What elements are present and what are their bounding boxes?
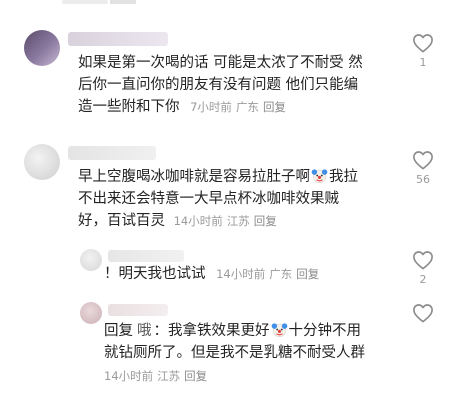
reply-button[interactable]: 回复	[296, 267, 319, 281]
reply-meta: 14小时前 广东 回复	[216, 267, 323, 281]
like-button[interactable]: 2	[411, 250, 435, 286]
location: 广东	[235, 100, 259, 114]
clown-face-emoji	[311, 169, 328, 183]
mentioned-user[interactable]: 哦	[137, 323, 152, 339]
username-blurred[interactable]	[68, 146, 156, 160]
timestamp: 14小时前	[216, 267, 266, 281]
clown-face-emoji	[271, 323, 287, 337]
comment-meta: 7小时前 广东 回复	[190, 100, 290, 114]
like-count: 2	[419, 273, 427, 286]
heart-outline-icon	[413, 34, 433, 53]
heart-outline-icon	[413, 151, 433, 170]
reply-text: ！明天我也试试 14小时前 广东 回复	[104, 263, 404, 285]
like-button[interactable]: 1	[411, 33, 435, 69]
comment-text: 如果是第一次喝的话 可能是太浓了不耐受 然 后你一直问你的朋友有没有问题 他们只…	[78, 55, 363, 115]
reply-prefix: 回复	[104, 323, 133, 339]
comment-section: 如果是第一次喝的话 可能是太浓了不耐受 然 后你一直问你的朋友有没有问题 他们只…	[0, 0, 471, 402]
like-button[interactable]: 56	[411, 150, 435, 186]
username-blurred[interactable]	[68, 32, 168, 46]
previous-comment-cutoff	[110, 0, 136, 4]
avatar[interactable]	[80, 302, 102, 324]
username-blurred[interactable]	[108, 304, 168, 316]
timestamp: 14小时前	[173, 214, 223, 228]
timestamp: 7小时前	[190, 100, 232, 114]
avatar[interactable]	[80, 249, 102, 271]
username-blurred[interactable]	[108, 250, 184, 262]
heart-outline-icon	[413, 251, 433, 270]
reply-button[interactable]: 回复	[263, 100, 286, 114]
location: 江苏	[226, 214, 250, 228]
timestamp: 14小时前	[104, 369, 154, 383]
comment-meta: 14小时前 江苏 回复	[174, 214, 281, 228]
previous-comment-cutoff	[62, 0, 108, 4]
reply-meta: 14小时前 江苏 回复	[104, 364, 404, 388]
comment-text: 早上空腹喝冰咖啡就是容易拉肚子啊 我拉 不出来还会特意一大早点杯冰咖啡效果贼 好，…	[78, 169, 358, 229]
location: 江苏	[157, 369, 181, 383]
like-count: 56	[416, 173, 430, 186]
avatar[interactable]	[24, 144, 60, 180]
location: 广东	[269, 267, 293, 281]
like-button[interactable]	[411, 303, 435, 323]
heart-outline-icon	[413, 304, 433, 323]
reply-button[interactable]: 回复	[254, 214, 277, 228]
reply-text: 回复哦：我拿铁效果更好 十分钟不用 就钻厕所了。但是我不是乳糖不耐受人群 14小时…	[104, 320, 404, 388]
reply-button[interactable]: 回复	[184, 369, 207, 383]
like-count: 1	[419, 56, 427, 69]
avatar[interactable]	[24, 30, 60, 66]
